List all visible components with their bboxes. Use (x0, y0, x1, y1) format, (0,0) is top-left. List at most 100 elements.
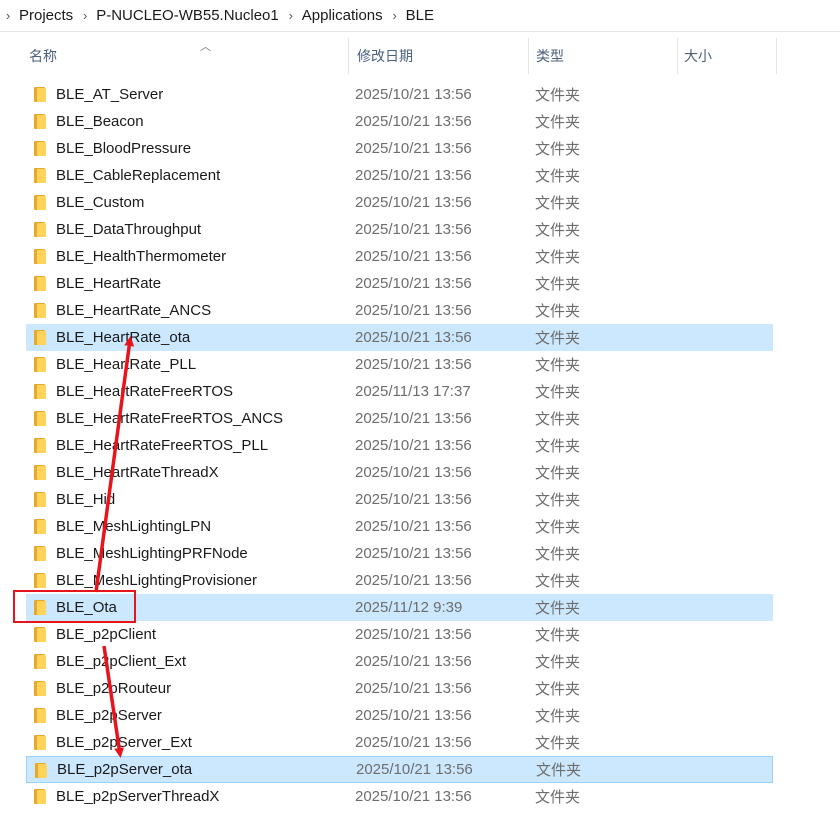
file-type: 文件夹 (535, 276, 581, 293)
file-type: 文件夹 (535, 411, 581, 428)
column-header-size-label: 大小 (684, 48, 712, 64)
file-name: BLE_MeshLightingPRFNode (56, 545, 248, 562)
file-row[interactable]: BLE_BloodPressure 2025/10/21 13:56 文件夹 (26, 135, 773, 162)
folder-icon (34, 681, 46, 696)
file-date-modified: 2025/10/21 13:56 (355, 734, 472, 751)
file-date-modified: 2025/10/21 13:56 (355, 491, 472, 508)
column-header-type-label: 类型 (536, 48, 564, 64)
file-row[interactable]: BLE_HeartRateThreadX 2025/10/21 13:56 文件夹 (26, 459, 773, 486)
breadcrumb-item: › Projects (0, 7, 73, 24)
column-header-date[interactable]: 修改日期 (348, 38, 528, 74)
breadcrumb-item: › P-NUCLEO-WB55.Nucleo1 (73, 7, 279, 24)
folder-icon (34, 411, 46, 426)
file-date-modified: 2025/10/21 13:56 (356, 761, 473, 778)
file-row[interactable]: BLE_HeartRate_PLL 2025/10/21 13:56 文件夹 (26, 351, 773, 378)
file-row[interactable]: BLE_HeartRateFreeRTOS 2025/11/13 17:37 文件夹 (26, 378, 773, 405)
breadcrumb-item: › Applications (279, 7, 383, 24)
file-row[interactable]: BLE_Ota 2025/11/12 9:39 文件夹 (26, 594, 773, 621)
folder-icon (34, 195, 46, 210)
file-row[interactable]: BLE_MeshLightingProvisioner 2025/10/21 13… (26, 567, 773, 594)
folder-icon (34, 168, 46, 183)
file-row[interactable]: BLE_HealthThermometer 2025/10/21 13:56 文件夹 (26, 243, 773, 270)
file-name: BLE_p2pServer_ota (57, 761, 193, 778)
file-row[interactable]: BLE_p2pServer_Ext 2025/10/21 13:56 文件夹 (26, 729, 773, 756)
file-type: 文件夹 (535, 465, 581, 482)
file-row[interactable]: BLE_CableReplacement 2025/10/21 13:56 文件夹 (26, 162, 773, 189)
file-name: BLE_AT_Server (56, 86, 164, 103)
file-name: BLE_p2pClient_Ext (56, 653, 187, 670)
file-row[interactable]: BLE_DataThroughput 2025/10/21 13:56 文件夹 (26, 216, 773, 243)
file-row[interactable]: BLE_HeartRate 2025/10/21 13:56 文件夹 (26, 270, 773, 297)
file-date-modified: 2025/10/21 13:56 (355, 86, 472, 103)
folder-icon (34, 627, 46, 642)
file-name: BLE_HeartRate_ANCS (56, 302, 212, 319)
file-row[interactable]: BLE_HeartRateFreeRTOS_ANCS 2025/10/21 13:… (26, 405, 773, 432)
file-date-modified: 2025/10/21 13:56 (355, 680, 472, 697)
file-name: BLE_BloodPressure (56, 140, 192, 157)
file-name: BLE_p2pServer_Ext (56, 734, 192, 751)
file-row[interactable]: BLE_Beacon 2025/10/21 13:56 文件夹 (26, 108, 773, 135)
column-header-name[interactable]: 名称 ︿ (22, 38, 348, 74)
chevron-right-icon[interactable]: › (391, 8, 399, 23)
chevron-right-icon[interactable]: › (287, 8, 295, 23)
chevron-right-icon[interactable]: › (4, 8, 12, 23)
file-name: BLE_MeshLightingLPN (56, 518, 212, 535)
column-header-row: 名称 ︿ 修改日期 类型 大小 (0, 38, 840, 74)
file-type: 文件夹 (535, 546, 581, 563)
file-row[interactable]: BLE_HeartRate_ANCS 2025/10/21 13:56 文件夹 (26, 297, 773, 324)
file-type: 文件夹 (535, 654, 581, 671)
chevron-right-icon[interactable]: › (81, 8, 89, 23)
folder-icon (34, 519, 46, 534)
file-name: BLE_p2pClient (56, 626, 157, 643)
breadcrumb-label[interactable]: Projects (19, 7, 73, 24)
file-row[interactable]: BLE_p2pServer_ota 2025/10/21 13:56 文件夹 (26, 756, 773, 783)
folder-icon (34, 789, 46, 804)
file-row[interactable]: BLE_MeshLightingLPN 2025/10/21 13:56 文件夹 (26, 513, 773, 540)
folder-icon (34, 87, 46, 102)
file-name: BLE_Hid (56, 491, 116, 508)
file-name: BLE_Beacon (56, 113, 144, 130)
file-type: 文件夹 (535, 438, 581, 455)
file-date-modified: 2025/10/21 13:56 (355, 437, 472, 454)
folder-icon (35, 763, 47, 778)
file-type: 文件夹 (535, 627, 581, 644)
file-type: 文件夹 (535, 330, 581, 347)
file-row[interactable]: BLE_HeartRate_ota 2025/10/21 13:56 文件夹 (26, 324, 773, 351)
file-type: 文件夹 (535, 789, 581, 806)
file-row[interactable]: BLE_Custom 2025/10/21 13:56 文件夹 (26, 189, 773, 216)
file-type: 文件夹 (535, 573, 581, 590)
file-name: BLE_HeartRateFreeRTOS_ANCS (56, 410, 284, 427)
file-date-modified: 2025/10/21 13:56 (355, 788, 472, 805)
folder-icon (34, 654, 46, 669)
file-row[interactable]: BLE_MeshLightingPRFNode 2025/10/21 13:56 文… (26, 540, 773, 567)
column-header-name-label: 名称 (29, 48, 57, 64)
file-date-modified: 2025/10/21 13:56 (355, 221, 472, 238)
breadcrumb-label[interactable]: BLE (406, 7, 434, 24)
file-date-modified: 2025/10/21 13:56 (355, 275, 472, 292)
folder-icon (34, 492, 46, 507)
breadcrumb-label[interactable]: Applications (302, 7, 383, 24)
file-type: 文件夹 (535, 519, 581, 536)
file-row[interactable]: BLE_HeartRateFreeRTOS_PLL 2025/10/21 13:5… (26, 432, 773, 459)
file-row[interactable]: BLE_p2pClient 2025/10/21 13:56 文件夹 (26, 621, 773, 648)
file-row[interactable]: BLE_p2pClient_Ext 2025/10/21 13:56 文件夹 (26, 648, 773, 675)
file-name: BLE_HealthThermometer (56, 248, 227, 265)
file-row[interactable]: BLE_p2pServer 2025/10/21 13:56 文件夹 (26, 702, 773, 729)
folder-icon (34, 249, 46, 264)
file-name: BLE_DataThroughput (56, 221, 202, 238)
breadcrumb-label[interactable]: P-NUCLEO-WB55.Nucleo1 (96, 7, 279, 24)
column-header-type[interactable]: 类型 (528, 38, 677, 74)
file-row[interactable]: BLE_AT_Server 2025/10/21 13:56 文件夹 (26, 81, 773, 108)
file-type: 文件夹 (535, 114, 581, 131)
folder-icon (34, 735, 46, 750)
file-type: 文件夹 (535, 168, 581, 185)
file-date-modified: 2025/10/21 13:56 (355, 167, 472, 184)
file-type: 文件夹 (535, 249, 581, 266)
file-row[interactable]: BLE_p2pRouteur 2025/10/21 13:56 文件夹 (26, 675, 773, 702)
column-header-size[interactable]: 大小 (677, 38, 777, 74)
file-row[interactable]: BLE_p2pServerThreadX 2025/10/21 13:56 文件夹 (26, 783, 773, 810)
file-date-modified: 2025/10/21 13:56 (355, 518, 472, 535)
file-row[interactable]: BLE_Hid 2025/10/21 13:56 文件夹 (26, 486, 773, 513)
file-date-modified: 2025/10/21 13:56 (355, 356, 472, 373)
file-type: 文件夹 (535, 735, 581, 752)
